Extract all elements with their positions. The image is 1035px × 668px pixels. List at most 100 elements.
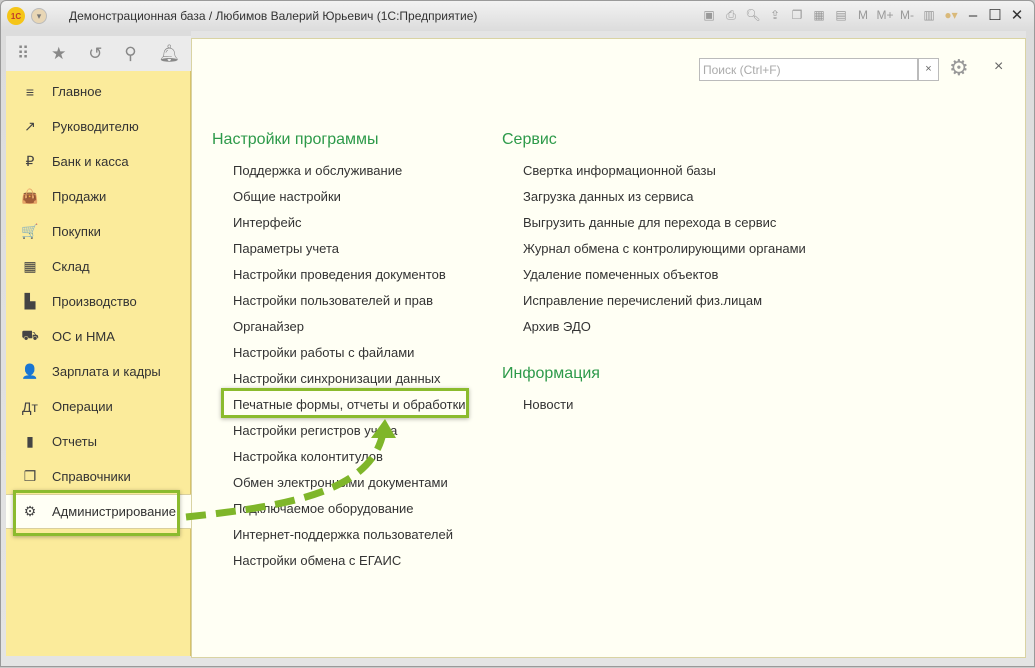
sidebar-item-label: Отчеты bbox=[52, 434, 97, 449]
section-icon: ▙ bbox=[24, 293, 36, 309]
minimize-button[interactable]: – bbox=[964, 7, 982, 24]
section-icon: 🛒 bbox=[21, 223, 39, 239]
memory-plus-button[interactable]: M+ bbox=[876, 8, 894, 22]
link-item[interactable]: Архив ЭДО bbox=[523, 319, 806, 345]
sidebar-item[interactable]: 👤 Зарплата и кадры bbox=[6, 354, 191, 389]
link-item[interactable]: Параметры учета bbox=[233, 241, 466, 267]
link-item[interactable]: Настройки обмена с ЕГАИС bbox=[233, 553, 466, 579]
save-icon[interactable]: ▣ bbox=[700, 8, 718, 22]
link-item[interactable]: Настройки регистров учета bbox=[233, 423, 466, 449]
link-item[interactable]: Настройки проведения документов bbox=[233, 267, 466, 293]
section-icon: 👜 bbox=[21, 188, 39, 204]
link-item[interactable]: Поддержка и обслуживание bbox=[233, 163, 466, 189]
sidebar-item[interactable]: ₽ Банк и касса bbox=[6, 144, 191, 179]
preview-icon[interactable]: 🔍︎ bbox=[744, 8, 762, 22]
section-icon: ↗ bbox=[24, 118, 36, 134]
link-item[interactable]: Настройки пользователей и прав bbox=[233, 293, 466, 319]
maximize-button[interactable]: ☐ bbox=[986, 6, 1004, 24]
link-item[interactable]: Свертка информационной базы bbox=[523, 163, 806, 189]
apps-icon[interactable]: ⠿ bbox=[17, 44, 29, 64]
main-menu-button[interactable]: ▾ bbox=[31, 8, 47, 24]
service-links: Свертка информационной базы Загрузка данн… bbox=[523, 163, 806, 345]
link-item[interactable]: Интерфейс bbox=[233, 215, 466, 241]
upload-icon[interactable]: ⇪ bbox=[766, 8, 784, 22]
info-links: Новости bbox=[523, 397, 573, 423]
sidebar-item-label: Руководителю bbox=[52, 119, 139, 134]
link-item[interactable]: Выгрузить данные для перехода в сервис bbox=[523, 215, 806, 241]
star-icon[interactable]: ★ bbox=[51, 44, 66, 64]
sidebar-item-label: Производство bbox=[52, 294, 137, 309]
sidebar-item[interactable]: ▙ Производство bbox=[6, 284, 191, 319]
sidebar-item-label: Покупки bbox=[52, 224, 101, 239]
section-icon: ▮ bbox=[26, 433, 34, 449]
close-panel-button[interactable]: × bbox=[994, 58, 1003, 76]
section-icon: ₽ bbox=[25, 153, 35, 169]
section-icon: Дт bbox=[22, 398, 38, 415]
sidebar-item[interactable]: ▦ Склад bbox=[6, 249, 191, 284]
link-item[interactable]: Органайзер bbox=[233, 319, 466, 345]
sidebar-item[interactable]: 🛒 Покупки bbox=[6, 214, 191, 249]
section-icon: 👤 bbox=[21, 363, 39, 379]
sidebar-item[interactable]: Дт Операции bbox=[6, 389, 191, 424]
print-icon[interactable]: ⎙ bbox=[722, 8, 740, 23]
link-item[interactable]: Удаление помеченных объектов bbox=[523, 267, 806, 293]
sidebar-item-label: Склад bbox=[52, 259, 90, 274]
calendar-icon[interactable]: ▤ bbox=[832, 8, 850, 22]
search-icon[interactable]: ⚲ bbox=[124, 44, 136, 64]
admin-panel: Поиск (Ctrl+F) × ⚙ × Настройки программы… bbox=[191, 38, 1026, 658]
close-window-button[interactable]: ✕ bbox=[1008, 6, 1026, 24]
link-item[interactable]: Настройки работы с файлами bbox=[233, 345, 466, 371]
window-title: Демонстрационная база / Любимов Валерий … bbox=[69, 9, 478, 23]
search-clear-button[interactable]: × bbox=[918, 58, 939, 81]
copy-icon[interactable]: ❐ bbox=[788, 8, 806, 22]
panel-icon[interactable]: ▥ bbox=[920, 8, 938, 22]
tab-strip bbox=[191, 31, 1026, 38]
sidebar-item-label: Зарплата и кадры bbox=[52, 364, 161, 379]
memory-minus-button[interactable]: M- bbox=[898, 8, 916, 22]
settings-gear-icon[interactable]: ⚙ bbox=[949, 55, 969, 81]
link-item[interactable]: Настройка колонтитулов bbox=[233, 449, 466, 475]
toolbar: ▣ ⎙ 🔍︎ ⇪ ❐ ▦ ▤ M M+ M- ▥ ●▾ – ☐ ✕ bbox=[700, 6, 1026, 25]
sidebar-item[interactable]: ❐ Справочники bbox=[6, 459, 191, 494]
link-item[interactable]: Обмен электронными документами bbox=[233, 475, 466, 501]
section-icon: ▦ bbox=[23, 258, 37, 274]
title-bar: 1С ▾ Демонстрационная база / Любимов Вал… bbox=[1, 1, 1034, 31]
sidebar-item[interactable]: ≡ Главное bbox=[6, 74, 191, 109]
sidebar-item[interactable]: ↗ Руководителю bbox=[6, 109, 191, 144]
section-icon: ⛟ bbox=[21, 327, 39, 343]
bell-icon[interactable]: 🔔︎ bbox=[158, 44, 180, 64]
link-item[interactable]: Журнал обмена с контролирующими органами bbox=[523, 241, 806, 267]
sidebar-item[interactable]: 👜 Продажи bbox=[6, 179, 191, 214]
sidebar: ≡ Главное ↗ Руководителю ₽ Банк и касса 👜 Прода… bbox=[6, 71, 191, 656]
link-item[interactable]: Загрузка данных из сервиса bbox=[523, 189, 806, 215]
sidebar-item-label: Главное bbox=[52, 84, 102, 99]
section-icon: ≡ bbox=[25, 83, 35, 100]
history-icon[interactable]: ↺ bbox=[88, 44, 102, 64]
highlight-print-forms bbox=[221, 388, 469, 418]
link-item[interactable]: Интернет-поддержка пользователей bbox=[233, 527, 466, 553]
settings-links: Поддержка и обслуживание Общие настройки И… bbox=[233, 163, 466, 579]
sidebar-item-label: ОС и НМА bbox=[52, 329, 115, 344]
sidebar-item-label: Справочники bbox=[52, 469, 131, 484]
service-heading: Сервис bbox=[502, 131, 557, 148]
highlight-administration bbox=[13, 490, 180, 536]
1c-logo[interactable]: 1С bbox=[7, 7, 25, 25]
sidebar-toolbar: ⠿ ★ ↺ ⚲ 🔔︎ bbox=[6, 36, 191, 71]
link-item[interactable]: Подключаемое оборудование bbox=[233, 501, 466, 527]
link-item[interactable]: Исправление перечислений физ.лицам bbox=[523, 293, 806, 319]
calculator-icon[interactable]: ▦ bbox=[810, 8, 828, 22]
search-input[interactable]: Поиск (Ctrl+F) bbox=[699, 58, 918, 81]
sidebar-item-label: Банк и касса bbox=[52, 154, 129, 169]
link-item[interactable]: Новости bbox=[523, 397, 573, 423]
sidebar-item[interactable]: ⛟ ОС и НМА bbox=[6, 319, 191, 354]
info-heading: Информация bbox=[502, 365, 600, 382]
sidebar-item[interactable]: ▮ Отчеты bbox=[6, 424, 191, 459]
memory-m-button[interactable]: M bbox=[854, 8, 872, 22]
link-item[interactable]: Общие настройки bbox=[233, 189, 466, 215]
sidebar-item-label: Операции bbox=[52, 399, 113, 414]
info-icon[interactable]: ●▾ bbox=[942, 8, 960, 22]
app-window: 1С ▾ Демонстрационная база / Любимов Вал… bbox=[0, 0, 1035, 667]
settings-heading: Настройки программы bbox=[212, 131, 379, 148]
sidebar-item-label: Продажи bbox=[52, 189, 107, 204]
section-icon: ❐ bbox=[23, 468, 37, 484]
